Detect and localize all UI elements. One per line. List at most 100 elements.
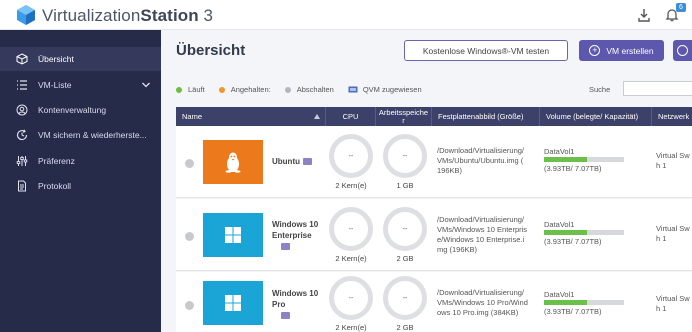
cpu-usage-ring: -- — [329, 134, 373, 178]
ubuntu-thumbnail[interactable] — [203, 140, 263, 184]
memory-size: 2 GB — [396, 254, 414, 263]
table-row[interactable]: Windows 10 Pro -- 2 Kern(e) -- 2 GB /Dow… — [176, 272, 692, 332]
qvm-icon — [348, 86, 358, 92]
memory-usage-ring: -- — [383, 134, 427, 178]
plus-icon: + — [589, 45, 601, 56]
create-vm-button[interactable]: + VM erstellen — [579, 40, 664, 61]
cpu-usage-ring: -- — [329, 276, 373, 320]
console-chat-icon[interactable] — [281, 243, 290, 251]
legend-qvm: QVM zugewiesen — [362, 85, 422, 94]
disk-path-line: VMs/Windows 10 Pro/Wind — [437, 298, 528, 307]
network-line: Virtual Sw — [656, 294, 690, 303]
vm-table-header: Name CPU Arbeitsspeiche r Festplattenabb… — [176, 107, 692, 126]
vm-name[interactable]: Ubuntu — [272, 156, 312, 167]
sidebar-item-label: Protokoll — [38, 181, 72, 191]
disk-path-line: VMs/Windows 10 Enterpris — [437, 225, 528, 234]
memory-usage-value: -- — [402, 225, 408, 233]
windows-logo-icon — [225, 295, 241, 311]
volume-capacity: (3.93TB/ 7.07TB) — [544, 307, 602, 316]
more-actions-button[interactable] — [673, 40, 692, 61]
memory-size: 1 GB — [396, 181, 414, 190]
tasks-icon[interactable] — [636, 7, 652, 23]
sidebar-item-accounts[interactable]: Kontenverwaltung — [0, 98, 161, 122]
memory-size: 2 GB — [396, 323, 414, 332]
volume-name: DataVol1 — [544, 147, 575, 156]
row-select-radio[interactable] — [185, 159, 194, 168]
paused-dot-icon — [218, 86, 225, 93]
sidebar-item-vm-list[interactable]: VM-Liste — [0, 73, 161, 97]
column-header-name[interactable]: Name — [176, 107, 326, 126]
sidebar: Übersicht VM-Liste Kontenverwaltung VM s… — [0, 30, 161, 332]
disk-path-line: ows 10 Pro.img (384KB) — [437, 308, 519, 317]
page-title: Übersicht — [176, 42, 246, 59]
sidebar-item-preferences[interactable]: Präferenz — [0, 149, 161, 173]
more-icon — [677, 45, 688, 56]
volume-capacity: (3.93TB/ 7.07TB) — [544, 164, 602, 173]
disk-path-line: /Download/Virtualisierung/ — [437, 288, 524, 297]
disk-image-path: /Download/Virtualisierung/ VMs/Windows 1… — [437, 288, 543, 318]
sidebar-item-backup[interactable]: VM sichern & wiederherste... — [0, 123, 161, 147]
network-switch: Virtual Sw h 1 — [656, 224, 690, 244]
network-switch: Virtual Sw h 1 — [656, 151, 690, 171]
table-row[interactable]: Windows 10 Enterprise -- 2 Kern(e) -- 2 … — [176, 199, 692, 271]
vm-name[interactable]: Windows 10 Pro — [272, 288, 318, 321]
vm-name-line1: Windows 10 — [272, 289, 319, 298]
windows-thumbnail[interactable] — [203, 213, 263, 257]
sidebar-item-label: VM-Liste — [38, 80, 72, 90]
vm-name-line2: Enterprise — [272, 231, 312, 240]
vm-name-line2: Pro — [272, 300, 286, 309]
table-row[interactable]: Ubuntu -- 2 Kern(e) -- 1 GB /Download/Vi… — [176, 126, 692, 198]
legend-off: Abschalten — [296, 85, 334, 94]
cpu-usage-value: -- — [348, 294, 354, 302]
legend-running: Läuft — [188, 85, 205, 94]
create-vm-label: VM erstellen — [606, 45, 654, 56]
column-header-cpu: CPU — [326, 107, 376, 126]
volume-usage-bar — [544, 230, 624, 235]
sidebar-item-overview[interactable]: Übersicht — [0, 47, 161, 71]
linux-tux-icon — [225, 152, 241, 173]
column-header-memory: Arbeitsspeiche r — [376, 107, 432, 126]
volume-capacity: (3.93TB/ 7.07TB) — [544, 237, 602, 246]
network-switch: Virtual Sw h 1 — [656, 294, 690, 314]
column-header-name-label: Name — [182, 111, 203, 121]
vm-name[interactable]: Windows 10 Enterprise — [272, 219, 318, 252]
sort-asc-icon[interactable] — [314, 114, 320, 119]
cpu-cores: 2 Kern(e) — [335, 181, 367, 190]
network-line: h 1 — [656, 304, 667, 313]
free-windows-vm-trial-button[interactable]: Kostenlose Windows®-VM testen — [404, 40, 568, 61]
vm-name-line1: Ubuntu — [272, 157, 300, 166]
column-header-network: Netzwerk — [658, 111, 690, 121]
search-input[interactable] — [623, 81, 692, 96]
memory-usage-ring: -- — [383, 207, 427, 251]
virtualization-station-logo-icon — [17, 5, 35, 25]
list-icon — [16, 79, 28, 91]
disk-path-line: /Download/Virtualisierung/ — [437, 215, 524, 224]
running-dot-icon — [176, 86, 182, 93]
status-legend: Läuft Angehalten: Abschalten QVM zugewie… — [176, 85, 436, 94]
memory-usage-ring: -- — [383, 276, 427, 320]
preferences-icon — [16, 155, 28, 167]
network-line: h 1 — [656, 161, 667, 170]
chevron-down-icon[interactable] — [141, 80, 151, 90]
disk-path-line: e/Windows 10 Enterprise.i — [437, 235, 525, 244]
network-line: h 1 — [656, 234, 667, 243]
off-dot-icon — [284, 86, 291, 93]
log-icon — [16, 180, 28, 192]
row-select-radio[interactable] — [185, 301, 194, 310]
main-content: Übersicht Kostenlose Windows®-VM testen … — [161, 30, 692, 332]
disk-image-path: /Download/Virtualisierung/ VMs/Windows 1… — [437, 215, 543, 255]
windows-thumbnail[interactable] — [203, 281, 263, 325]
app-title: VirtualizationStation 3 — [42, 6, 214, 25]
cpu-cores: 2 Kern(e) — [335, 254, 367, 263]
console-chat-icon[interactable] — [281, 312, 290, 320]
volume-name: DataVol1 — [544, 290, 575, 299]
row-select-radio[interactable] — [185, 232, 194, 241]
network-line: Virtual Sw — [656, 151, 690, 160]
console-chat-icon[interactable] — [303, 158, 312, 166]
disk-path-line: VMs/Ubuntu/Ubuntu.img ( — [437, 156, 524, 165]
legend-paused: Angehalten: — [230, 85, 271, 94]
sidebar-item-log[interactable]: Protokoll — [0, 174, 161, 198]
account-icon — [16, 104, 28, 116]
cpu-usage-ring: -- — [329, 207, 373, 251]
vm-name-line1: Windows 10 — [272, 220, 319, 229]
